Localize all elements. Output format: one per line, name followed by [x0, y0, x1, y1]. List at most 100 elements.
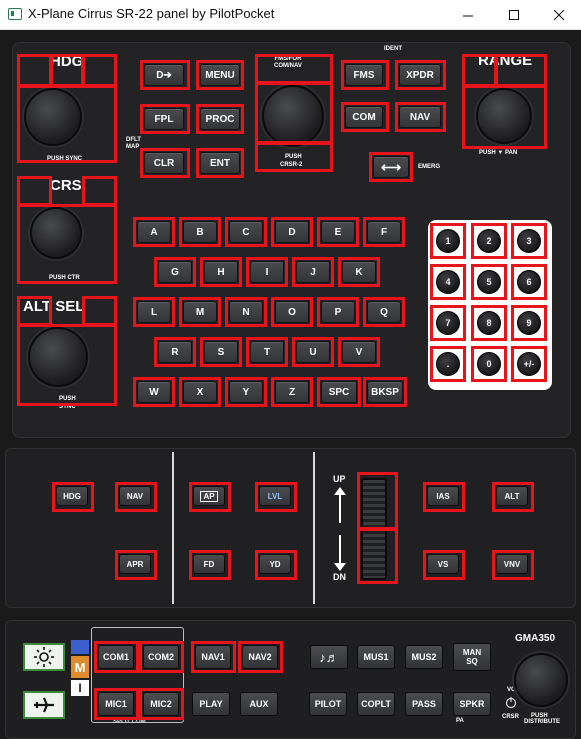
pass-button[interactable]: PASS: [405, 692, 443, 716]
brightness-button[interactable]: [23, 643, 65, 671]
fms-knob-zone-bottom[interactable]: [255, 142, 333, 172]
fms-button[interactable]: FMS: [345, 64, 383, 86]
key-o[interactable]: O: [275, 301, 309, 323]
key-u[interactable]: U: [296, 341, 330, 363]
ap-apr-button[interactable]: APR: [119, 554, 151, 574]
numpad-key-plus-minus[interactable]: +/-: [517, 352, 541, 376]
spkr-button[interactable]: SPKR: [453, 692, 491, 716]
key-z[interactable]: Z: [275, 381, 309, 403]
menu-button[interactable]: MENU: [200, 64, 240, 86]
fms-knob-zone-main[interactable]: [255, 82, 333, 144]
key-q[interactable]: Q: [367, 301, 401, 323]
key-spc[interactable]: SPC: [321, 381, 357, 403]
com-swap-button[interactable]: ⟷: [373, 156, 409, 178]
ap-hdg-button[interactable]: HDG: [56, 486, 88, 506]
crs-knob-zone-main[interactable]: [17, 204, 117, 284]
trim-wheel-zone-up[interactable]: [357, 472, 398, 530]
key-p[interactable]: P: [321, 301, 355, 323]
mus2-button[interactable]: MUS2: [405, 645, 443, 669]
numpad-key-3[interactable]: 3: [517, 229, 541, 253]
aircraft-button[interactable]: [23, 691, 65, 719]
com2-button[interactable]: COM2: [143, 645, 179, 669]
ap-lvl-button[interactable]: LVL: [259, 486, 291, 506]
music-button[interactable]: ♪♬: [310, 645, 348, 669]
key-r[interactable]: R: [158, 341, 192, 363]
key-g[interactable]: G: [158, 261, 192, 283]
nav1-button[interactable]: NAV1: [195, 645, 231, 669]
com-button[interactable]: COM: [345, 106, 383, 128]
numpad-key-8[interactable]: 8: [477, 311, 501, 335]
numpad-key-5[interactable]: 5: [477, 270, 501, 294]
clr-button[interactable]: CLR: [144, 152, 184, 174]
key-k[interactable]: K: [342, 261, 376, 283]
ent-button[interactable]: ENT: [200, 152, 240, 174]
key-i[interactable]: I: [250, 261, 284, 283]
key-l[interactable]: L: [137, 301, 171, 323]
fms-knob-zone-top[interactable]: [255, 54, 333, 84]
volume-knob[interactable]: [514, 653, 568, 707]
key-d[interactable]: D: [275, 221, 309, 243]
numpad-key-decimal[interactable]: .: [436, 352, 460, 376]
ap-engage-button[interactable]: AP: [193, 486, 225, 506]
key-e[interactable]: E: [321, 221, 355, 243]
play-button[interactable]: PLAY: [192, 692, 230, 716]
key-h[interactable]: H: [204, 261, 238, 283]
mic2-button[interactable]: MIC2: [143, 692, 179, 716]
key-x[interactable]: X: [183, 381, 217, 403]
ap-yd-button[interactable]: YD: [259, 554, 291, 574]
alt-knob-zone-left[interactable]: [17, 296, 52, 326]
crs-knob-zone-left[interactable]: [17, 176, 52, 206]
key-bksp[interactable]: BKSP: [367, 381, 403, 403]
mic1-button[interactable]: MIC1: [98, 692, 134, 716]
crs-knob-zone-right[interactable]: [82, 176, 117, 206]
direct-to-button[interactable]: D➔: [144, 64, 184, 86]
xpdr-button[interactable]: XPDR: [399, 64, 441, 86]
nav2-button[interactable]: NAV2: [242, 645, 278, 669]
mus1-button[interactable]: MUS1: [357, 645, 395, 669]
ap-fd-button[interactable]: FD: [193, 554, 225, 574]
maximize-button[interactable]: [492, 0, 536, 30]
numpad-key-2[interactable]: 2: [477, 229, 501, 253]
numpad-key-4[interactable]: 4: [436, 270, 460, 294]
numpad-key-0[interactable]: 0: [477, 352, 501, 376]
key-a[interactable]: A: [137, 221, 171, 243]
range-knob-zone-left[interactable]: [462, 54, 497, 87]
key-b[interactable]: B: [183, 221, 217, 243]
hdg-knob-zone-left[interactable]: [17, 54, 52, 87]
fpl-button[interactable]: FPL: [144, 108, 184, 130]
trim-wheel-zone-down[interactable]: [357, 528, 398, 584]
key-j[interactable]: J: [296, 261, 330, 283]
key-s[interactable]: S: [204, 341, 238, 363]
alt-knob-zone-right[interactable]: [82, 296, 117, 326]
pilot-button[interactable]: PILOT: [309, 692, 347, 716]
ap-vnv-button[interactable]: VNV: [496, 554, 528, 574]
key-n[interactable]: N: [229, 301, 263, 323]
aux-button[interactable]: AUX: [240, 692, 278, 716]
close-button[interactable]: [537, 0, 581, 30]
ap-ias-button[interactable]: IAS: [427, 486, 459, 506]
ap-nav-button[interactable]: NAV: [119, 486, 151, 506]
numpad-key-1[interactable]: 1: [436, 229, 460, 253]
ap-alt-button[interactable]: ALT: [496, 486, 528, 506]
range-knob-zone-right[interactable]: [495, 54, 547, 87]
minimize-button[interactable]: [446, 0, 490, 30]
man-sq-button[interactable]: MAN SQ: [453, 643, 491, 671]
ap-vs-button[interactable]: VS: [427, 554, 459, 574]
range-knob-zone-main[interactable]: [462, 85, 547, 149]
numpad-key-7[interactable]: 7: [436, 311, 460, 335]
hdg-knob-zone-center[interactable]: [50, 54, 84, 87]
key-t[interactable]: T: [250, 341, 284, 363]
key-w[interactable]: W: [137, 381, 171, 403]
proc-button[interactable]: PROC: [200, 108, 240, 130]
key-y[interactable]: Y: [229, 381, 263, 403]
key-m[interactable]: M: [183, 301, 217, 323]
com1-button[interactable]: COM1: [98, 645, 134, 669]
key-v[interactable]: V: [342, 341, 376, 363]
alt-knob-zone-main[interactable]: [17, 324, 117, 406]
hdg-knob-zone-right[interactable]: [82, 54, 117, 87]
numpad-key-6[interactable]: 6: [517, 270, 541, 294]
nav-button[interactable]: NAV: [399, 106, 441, 128]
hdg-knob-zone-main[interactable]: [17, 85, 117, 163]
coplt-button[interactable]: COPLT: [357, 692, 395, 716]
numpad-key-9[interactable]: 9: [517, 311, 541, 335]
